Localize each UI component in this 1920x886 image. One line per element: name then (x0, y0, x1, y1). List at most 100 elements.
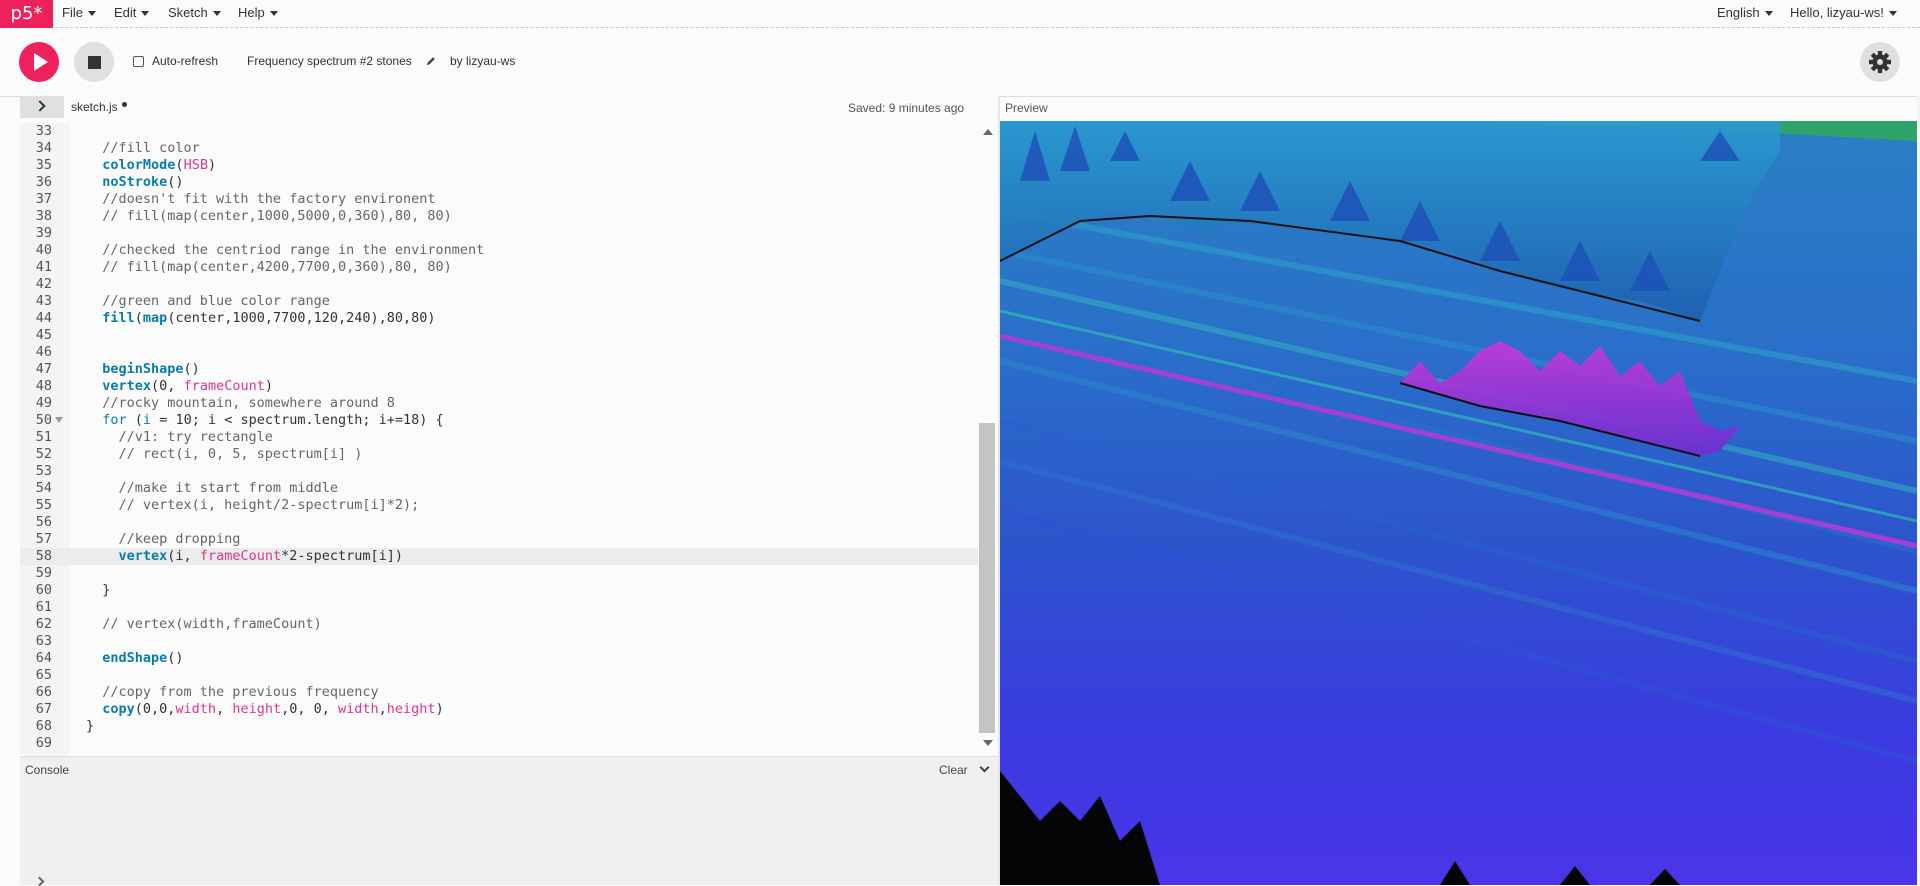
toolbar: Auto-refresh Frequency spectrum #2 stone… (0, 28, 1920, 97)
sketch-name[interactable]: Frequency spectrum #2 stones (247, 54, 412, 68)
line-number: 48 (35, 378, 52, 394)
line-text: endShape() (102, 650, 184, 666)
unsaved-indicator-icon (122, 102, 127, 107)
code-line[interactable]: 62 // vertex(width,frameCount) (20, 616, 978, 633)
sketch-preview-canvas[interactable] (1000, 121, 1917, 885)
code-line[interactable]: 63 (20, 633, 978, 650)
spectrum-visualization (1000, 121, 1917, 885)
collapse-console-icon[interactable] (979, 762, 990, 773)
console-clear-button[interactable]: Clear (939, 763, 968, 777)
code-line[interactable]: 37 //doesn't fit with the factory enviro… (20, 191, 978, 208)
code-line[interactable]: 55 // vertex(i, height/2-spectrum[i]*2); (20, 497, 978, 514)
line-text: //copy from the previous frequency (86, 684, 379, 700)
line-text: //rocky mountain, somewhere around 8 (86, 395, 395, 411)
menu-edit[interactable]: Edit (114, 0, 150, 28)
code-line[interactable]: 66 //copy from the previous frequency (20, 684, 978, 701)
sidebar-toggle-button[interactable] (20, 96, 64, 118)
chevron-down-icon (269, 11, 278, 17)
code-line[interactable]: 35 colorMode(HSB) (20, 157, 978, 174)
code-line[interactable]: 53 (20, 463, 978, 480)
scrollbar-thumb[interactable] (979, 423, 995, 733)
user-menu[interactable]: Hello, lizyau-ws! (1790, 0, 1897, 28)
code-line[interactable]: 48 vertex(0, frameCount) (20, 378, 978, 395)
code-line[interactable]: 42 (20, 276, 978, 293)
code-line[interactable]: 46 (20, 344, 978, 361)
line-text: // fill(map(center,4200,7700,0,360),80, … (86, 259, 452, 275)
code-line[interactable]: 34 //fill color (20, 140, 978, 157)
line-number: 53 (35, 463, 52, 479)
menu-file-label: File (62, 5, 83, 20)
line-text: //checked the centriod range in the envi… (86, 242, 485, 258)
code-line[interactable]: 67 copy(0,0,width, height,0, 0, width,he… (20, 701, 978, 718)
pencil-icon[interactable] (426, 56, 436, 66)
code-line[interactable]: 49 //rocky mountain, somewhere around 8 (20, 395, 978, 412)
line-number: 65 (35, 667, 52, 683)
top-nav: p5* File Edit Sketch Help English Hello,… (0, 0, 1920, 28)
line-text: // vertex(width,frameCount) (86, 616, 322, 632)
editor-scrollbar[interactable] (978, 123, 998, 755)
line-number: 56 (35, 514, 52, 530)
code-line[interactable]: 39 (20, 225, 978, 242)
line-text: vertex(i, frameCount*2-spectrum[i]) (118, 548, 404, 564)
code-line[interactable]: 57 //keep dropping (20, 531, 978, 548)
code-line[interactable]: 68} (20, 718, 978, 735)
stop-button[interactable] (74, 42, 114, 82)
code-line[interactable]: 64 endShape() (20, 650, 978, 667)
line-text: fill(map(center,1000,7700,120,240),80,80… (102, 310, 436, 326)
line-text: //make it start from middle (86, 480, 338, 496)
code-line[interactable]: 45 (20, 327, 978, 344)
code-line[interactable]: 40 //checked the centriod range in the e… (20, 242, 978, 259)
auto-refresh-checkbox[interactable] (133, 56, 144, 67)
code-line[interactable]: 36 noStroke() (20, 174, 978, 191)
code-line[interactable]: 47 beginShape() (20, 361, 978, 378)
file-tab-sketch-js[interactable]: sketch.js (71, 100, 118, 114)
line-number: 67 (35, 701, 52, 717)
code-line[interactable]: 59 (20, 565, 978, 582)
preview-label: Preview (1005, 101, 1048, 115)
code-line[interactable]: 61 (20, 599, 978, 616)
sketch-author[interactable]: by lizyau-ws (450, 54, 515, 68)
code-line[interactable]: 69 (20, 735, 978, 752)
menu-file[interactable]: File (62, 0, 96, 28)
line-text: copy(0,0,width, height,0, 0, width,heigh… (102, 701, 444, 717)
menu-edit-label: Edit (114, 5, 137, 20)
line-text: // rect(i, 0, 5, spectrum[i] ) (86, 446, 363, 462)
line-number: 68 (35, 718, 52, 734)
code-line[interactable]: 52 // rect(i, 0, 5, spectrum[i] ) (20, 446, 978, 463)
code-line[interactable]: 43 //green and blue color range (20, 293, 978, 310)
code-line[interactable]: 58 vertex(i, frameCount*2-spectrum[i]) (20, 548, 978, 565)
stop-icon (88, 56, 101, 69)
line-number: 47 (35, 361, 52, 377)
code-line[interactable]: 44 fill(map(center,1000,7700,120,240),80… (20, 310, 978, 327)
code-line[interactable]: 38 // fill(map(center,1000,5000,0,360),8… (20, 208, 978, 225)
line-number: 61 (35, 599, 52, 615)
code-line[interactable]: 65 (20, 667, 978, 684)
line-text: noStroke() (102, 174, 184, 190)
line-number: 40 (35, 242, 52, 258)
play-button[interactable] (19, 42, 59, 82)
menu-sketch[interactable]: Sketch (168, 0, 221, 28)
code-line[interactable]: 54 //make it start from middle (20, 480, 978, 497)
code-line[interactable]: 56 (20, 514, 978, 531)
code-line[interactable]: 33 (20, 123, 978, 140)
line-number: 42 (35, 276, 52, 292)
line-number: 58 (35, 548, 52, 564)
line-number: 41 (35, 259, 52, 275)
scroll-up-arrow-icon[interactable] (983, 129, 993, 135)
menu-help[interactable]: Help (238, 0, 278, 28)
language-selector[interactable]: English (1717, 0, 1773, 28)
code-line[interactable]: 50 for (i = 10; i < spectrum.length; i+=… (20, 412, 978, 429)
p5-logo[interactable]: p5* (0, 0, 53, 28)
line-text: } (86, 582, 111, 598)
scroll-down-arrow-icon[interactable] (983, 740, 993, 746)
settings-button[interactable] (1860, 42, 1900, 82)
code-line[interactable]: 60 } (20, 582, 978, 599)
menu-help-label: Help (238, 5, 265, 20)
line-number: 49 (35, 395, 52, 411)
line-number: 50 (35, 412, 52, 428)
code-line[interactable]: 51 //v1: try rectangle (20, 429, 978, 446)
fold-arrow-icon[interactable] (55, 417, 63, 423)
line-text: } (86, 718, 95, 734)
code-line[interactable]: 41 // fill(map(center,4200,7700,0,360),8… (20, 259, 978, 276)
code-editor[interactable]: 33 34 //fill color 35 colorMode(HSB) 36 noS… (20, 123, 978, 755)
